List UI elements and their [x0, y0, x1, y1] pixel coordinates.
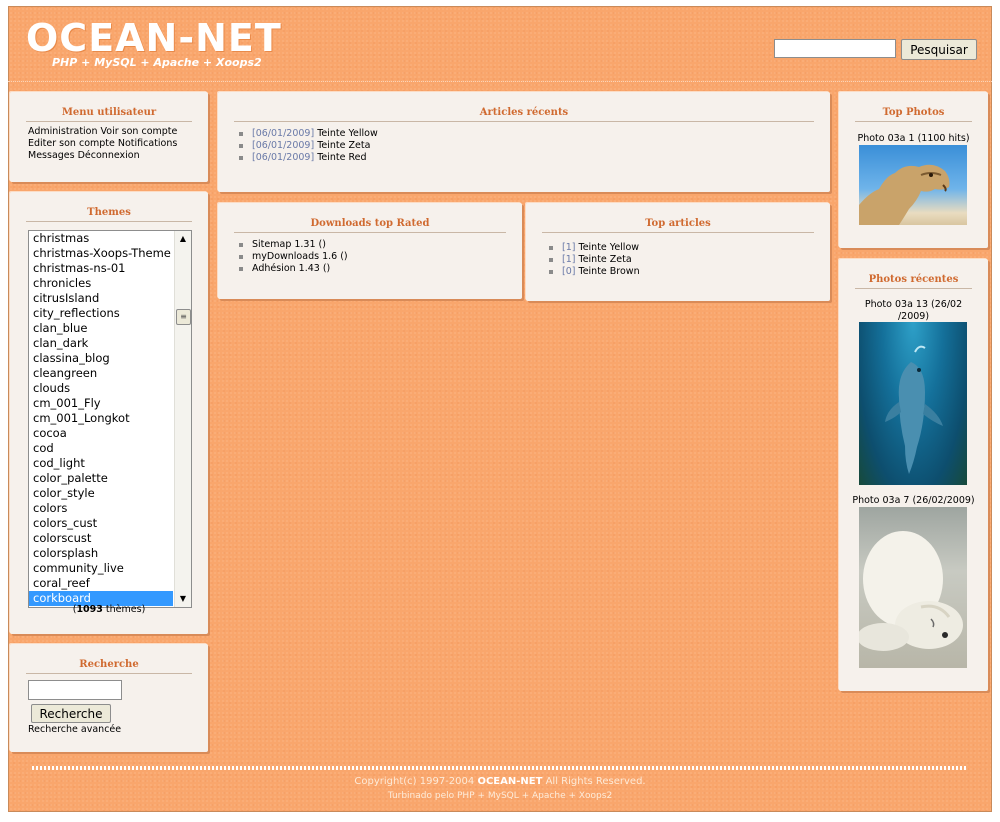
- theme-option[interactable]: christmas: [29, 231, 173, 246]
- recent-photo-1-caption: Photo 03a 13 (26/02 /2009): [839, 299, 988, 323]
- header-divider: [8, 81, 992, 82]
- recent-photo-1-caption-line-1: Photo 03a 13 (26/02: [864, 299, 963, 310]
- article-link[interactable]: Teinte Zeta: [579, 254, 632, 265]
- theme-option[interactable]: color_style: [29, 486, 173, 501]
- top-articles-block: Top articles [1] Teinte Yellow [1] Teint…: [526, 203, 830, 301]
- theme-list-scrollbar[interactable]: ▲ ≡ ▼: [174, 231, 191, 607]
- advanced-search-link[interactable]: Recherche avancée: [28, 724, 121, 736]
- dolphin-photo[interactable]: [859, 322, 967, 485]
- copyright-prefix: Copyright(c) 1997-2004: [354, 776, 475, 787]
- search-block-title: Recherche: [26, 644, 192, 674]
- recent-photos-title: Photos récentes: [855, 259, 972, 289]
- scroll-thumb[interactable]: ≡: [176, 309, 191, 325]
- camel-photo[interactable]: [859, 145, 967, 225]
- theme-option[interactable]: chronicles: [29, 276, 173, 291]
- themes-count-suffix: thèmes: [105, 604, 142, 615]
- polar-bear-image: [859, 531, 963, 651]
- search-block-input[interactable]: [28, 680, 122, 700]
- theme-option[interactable]: cm_001_Longkot: [29, 411, 173, 426]
- themes-title: Themes: [26, 192, 192, 222]
- article-count: [1]: [562, 254, 576, 265]
- article-link[interactable]: Teinte Yellow: [579, 242, 640, 253]
- theme-items: christmas christmas-Xoops-Theme christmas-…: [29, 231, 173, 606]
- user-menu-block: Menu utilisateur Administration Voir son…: [10, 92, 208, 182]
- top-photo-caption: Photo 03a 1 (1100 hits): [857, 133, 970, 144]
- user-menu-line-3[interactable]: Messages Déconnexion: [28, 150, 208, 162]
- top-photos-title: Top Photos: [855, 92, 972, 122]
- polar-bear-photo[interactable]: [859, 507, 967, 668]
- list-item[interactable]: Adhésion 1.43 (): [236, 263, 522, 275]
- themes-count: (1093 thèmes): [72, 604, 146, 615]
- recent-articles-block: Articles récents [06/01/2009] Teinte Yel…: [218, 92, 830, 192]
- theme-select-list[interactable]: christmas christmas-Xoops-Theme christmas-…: [28, 230, 192, 608]
- article-link[interactable]: Teinte Zeta: [317, 140, 370, 151]
- theme-option[interactable]: clan_blue: [29, 321, 173, 336]
- theme-option[interactable]: colorsplash: [29, 546, 173, 561]
- list-item[interactable]: [0] Teinte Brown: [546, 266, 830, 278]
- theme-option[interactable]: clouds: [29, 381, 173, 396]
- header-search-input[interactable]: [774, 39, 896, 58]
- theme-option[interactable]: coral_reef: [29, 576, 173, 591]
- theme-option[interactable]: citrusIsland: [29, 291, 173, 306]
- scroll-up-icon[interactable]: ▲: [175, 231, 191, 247]
- top-articles-title: Top articles: [542, 203, 814, 233]
- themes-count-number: 1093: [76, 604, 103, 615]
- user-menu-line-2[interactable]: Editer son compte Notifications: [28, 138, 208, 150]
- theme-option[interactable]: colors_cust: [29, 516, 173, 531]
- list-item[interactable]: [1] Teinte Zeta: [546, 254, 830, 266]
- theme-option[interactable]: cleangreen: [29, 366, 173, 381]
- theme-option[interactable]: clan_dark: [29, 336, 173, 351]
- themes-block: Themes christmas christmas-Xoops-Theme chr…: [10, 192, 208, 634]
- theme-option[interactable]: cod_light: [29, 456, 173, 471]
- article-count: [1]: [562, 242, 576, 253]
- search-block-button[interactable]: Recherche: [31, 704, 111, 723]
- footer-divider: [32, 766, 966, 770]
- list-item[interactable]: [06/01/2009] Teinte Zeta: [236, 140, 830, 152]
- header-search-button[interactable]: Pesquisar: [901, 39, 977, 60]
- theme-option[interactable]: color_palette: [29, 471, 173, 486]
- footer-powered-by: Turbinado pelo PHP + MySQL + Apache + Xo…: [387, 791, 613, 801]
- recent-photo-2-caption: Photo 03a 7 (26/02/2009): [852, 495, 975, 506]
- theme-option[interactable]: community_live: [29, 561, 173, 576]
- article-link[interactable]: Teinte Brown: [579, 266, 640, 277]
- downloads-list: Sitemap 1.31 () myDownloads 1.6 () Adhés…: [218, 233, 522, 275]
- recent-articles-title: Articles récents: [234, 92, 814, 122]
- theme-option[interactable]: cocoa: [29, 426, 173, 441]
- recent-photos-block: Photos récentes Photo 03a 13 (26/02 /200…: [839, 259, 988, 691]
- article-link[interactable]: Teinte Red: [317, 152, 366, 163]
- theme-option[interactable]: classina_blog: [29, 351, 173, 366]
- list-item[interactable]: [06/01/2009] Teinte Yellow: [236, 128, 830, 140]
- article-count: [0]: [562, 266, 576, 277]
- copyright-brand: OCEAN-NET: [477, 776, 543, 787]
- downloads-title: Downloads top Rated: [234, 203, 506, 233]
- theme-option[interactable]: colorscust: [29, 531, 173, 546]
- user-menu-title: Menu utilisateur: [26, 92, 192, 122]
- list-item[interactable]: myDownloads 1.6 (): [236, 251, 522, 263]
- theme-option[interactable]: cod: [29, 441, 173, 456]
- camel-image: [859, 164, 950, 225]
- theme-option[interactable]: christmas-Xoops-Theme: [29, 246, 173, 261]
- top-articles-list: [1] Teinte Yellow [1] Teinte Zeta [0] Te…: [526, 233, 830, 278]
- theme-option[interactable]: christmas-ns-01: [29, 261, 173, 276]
- downloads-block: Downloads top Rated Sitemap 1.31 () myDo…: [218, 203, 522, 299]
- list-item[interactable]: [06/01/2009] Teinte Red: [236, 152, 830, 164]
- dolphin-image: [885, 345, 943, 474]
- recent-articles-list: [06/01/2009] Teinte Yellow [06/01/2009] …: [218, 122, 830, 164]
- theme-option[interactable]: city_reflections: [29, 306, 173, 321]
- theme-option[interactable]: colors: [29, 501, 173, 516]
- site-logo[interactable]: OCEAN-NET: [26, 16, 282, 60]
- search-block: Recherche Recherche Recherche avancée: [10, 644, 208, 752]
- site-slogan: PHP + MySQL + Apache + Xoops2: [52, 56, 262, 69]
- user-menu-line-1[interactable]: Administration Voir son compte: [28, 126, 208, 138]
- list-item[interactable]: [1] Teinte Yellow: [546, 242, 830, 254]
- article-date: [06/01/2009]: [252, 128, 315, 139]
- top-photos-block: Top Photos Photo 03a 1 (1100 hits): [839, 92, 988, 248]
- article-link[interactable]: Teinte Yellow: [317, 128, 378, 139]
- copyright-suffix: All Rights Reserved.: [545, 776, 646, 787]
- theme-option[interactable]: cm_001_Fly: [29, 396, 173, 411]
- list-item[interactable]: Sitemap 1.31 (): [236, 239, 522, 251]
- article-date: [06/01/2009]: [252, 152, 315, 163]
- footer-copyright: Copyright(c) 1997-2004 OCEAN-NET All Rig…: [0, 776, 1000, 787]
- article-date: [06/01/2009]: [252, 140, 315, 151]
